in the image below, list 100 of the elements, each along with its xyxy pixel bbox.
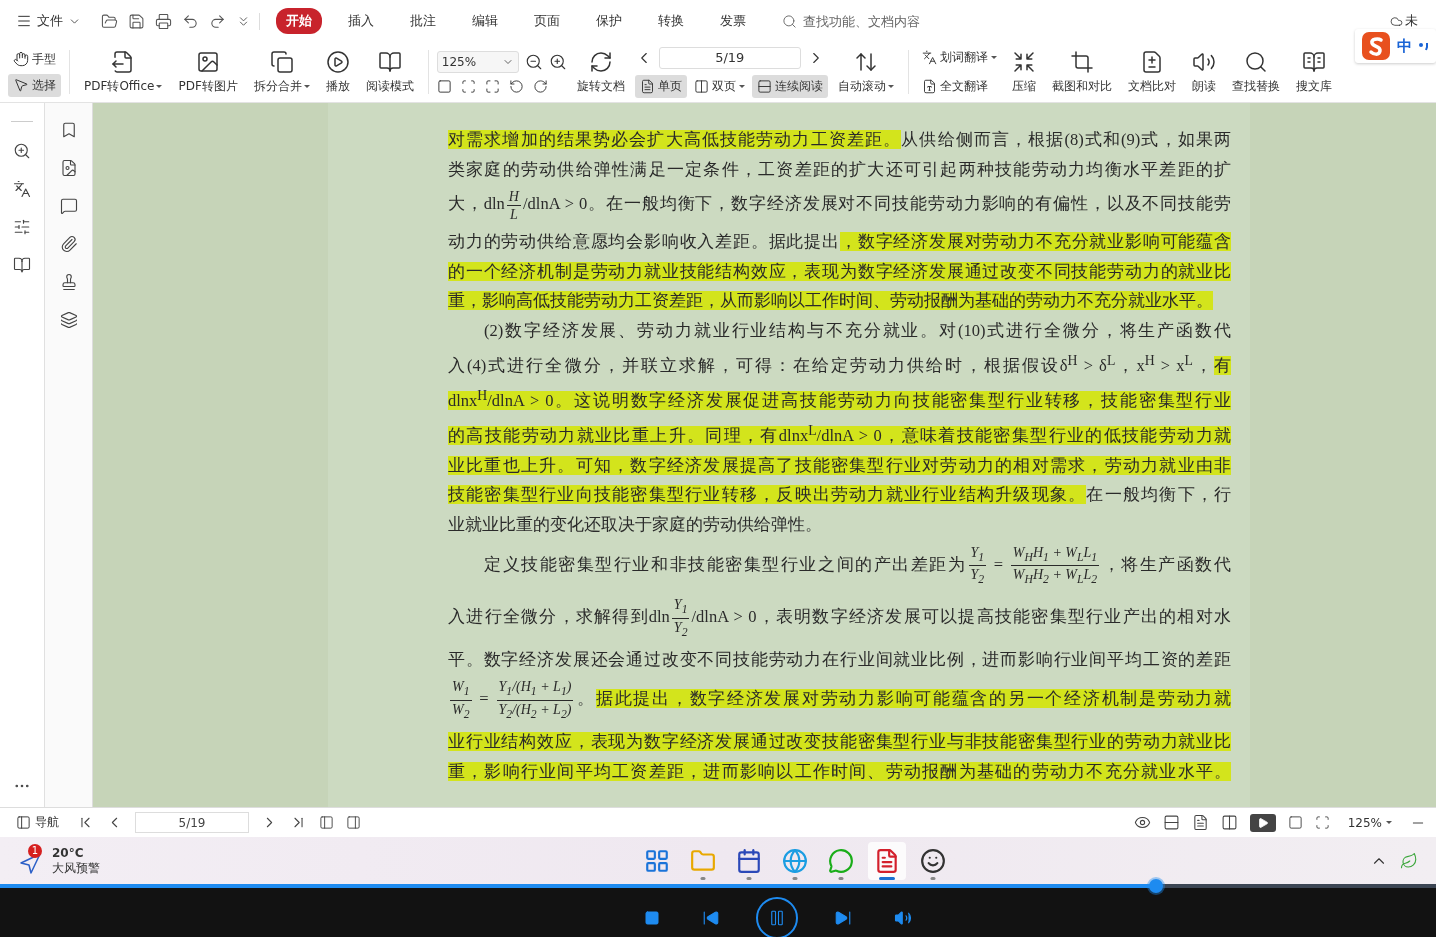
toolbar-button[interactable]: 查找替换 xyxy=(1225,47,1286,97)
highlighted-text: ，数字经济发展对劳动力不充分就业影响可能蕴含 xyxy=(839,232,1231,252)
thumbnail-icon[interactable] xyxy=(59,159,78,177)
body-text: 平。数字经济发展还会通过改变不同技能劳动力在行业间就业比例，进而影响行业间平均工资的差距 xyxy=(448,649,1231,669)
expand-icon[interactable] xyxy=(346,815,361,830)
open-icon[interactable] xyxy=(101,12,118,30)
chat-icon xyxy=(828,847,854,874)
rotate-button[interactable]: 旋转文档 xyxy=(570,47,631,97)
pointer-icon xyxy=(13,77,29,93)
attachment-icon[interactable] xyxy=(59,235,78,253)
fit-page-icon[interactable] xyxy=(1314,815,1330,830)
file-menu[interactable]: 文件 xyxy=(12,10,85,32)
search-icon[interactable] xyxy=(13,142,31,160)
ribbon-tab[interactable]: 转换 xyxy=(648,8,694,34)
page-number-field[interactable]: 5/19 xyxy=(135,812,249,833)
auto-scroll-button[interactable]: 自动滚动 xyxy=(831,47,900,97)
toolbar-button[interactable]: 截图和对比 xyxy=(1045,47,1118,97)
book-icon[interactable] xyxy=(13,256,31,274)
math-fraction: H L xyxy=(506,188,521,224)
print-icon[interactable] xyxy=(155,12,172,30)
view-mode-button[interactable]: 连续阅读 xyxy=(751,74,828,98)
save-icon[interactable] xyxy=(128,12,145,30)
body-text: = xyxy=(478,689,490,709)
ribbon-tab[interactable]: 保护 xyxy=(586,8,632,34)
body-text: (2)数字经济发展、劳动力就业行业结构与不充分就业。对(10)式进行全微分，将生产函数代 xyxy=(484,320,1231,340)
body-text: 。 xyxy=(575,689,596,709)
actual-size-icon[interactable] xyxy=(436,78,452,94)
eye-icon[interactable] xyxy=(1133,814,1151,831)
toolbar-button[interactable]: 拆分合并 xyxy=(247,47,316,97)
highlighted-text: 的高技能劳动力就业比重上升。同理，有dlnx$^{L}$/dlnA > 0，意味着技能密集型行业的低技能劳动力就 xyxy=(448,426,1231,446)
double-page-icon[interactable] xyxy=(1220,814,1238,831)
fit-width-icon[interactable] xyxy=(484,78,500,94)
notification-badge: 1 xyxy=(28,843,42,858)
caret-icon xyxy=(738,84,745,88)
tray-app-icon[interactable] xyxy=(1400,851,1418,870)
redo-icon[interactable] xyxy=(209,12,226,30)
math-fraction: W$_{H}$H$_{1}$ + W$_{L}$L$_{1}$ W$_{H}$H$_{2}$ + W$_{L}$L$_{2}$ xyxy=(1010,543,1100,589)
ime-toolbar[interactable]: 中 xyxy=(1355,29,1436,63)
alert-text: 大风预警 xyxy=(52,860,100,876)
single-page-icon[interactable] xyxy=(1191,814,1209,831)
zoom-out-icon[interactable] xyxy=(524,52,543,71)
toolbar-button[interactable]: 阅读模式 xyxy=(359,47,420,97)
next-icon xyxy=(834,908,852,927)
play-icon xyxy=(325,49,350,74)
toolbar-button[interactable]: PDF转图片 xyxy=(172,47,244,97)
translate-button[interactable]: 划词翻译 xyxy=(916,46,1002,69)
cloud-button[interactable]: 未 xyxy=(1384,11,1424,31)
navigation-button[interactable]: 导航 xyxy=(10,813,65,832)
view-mode-button[interactable]: 双页 xyxy=(688,74,750,98)
zoom-select[interactable]: 125% xyxy=(1341,814,1398,831)
taskbar-app[interactable] xyxy=(868,841,906,880)
comment-icon[interactable] xyxy=(59,197,78,215)
collapse-icon[interactable] xyxy=(319,815,334,830)
ribbon-tab[interactable]: 插入 xyxy=(338,8,384,34)
rotate-right-icon[interactable] xyxy=(532,78,548,94)
rotate-icon xyxy=(588,49,613,74)
ime-mode[interactable]: 中 xyxy=(1397,36,1412,56)
ribbon-tab[interactable]: 开始 xyxy=(276,8,322,34)
caret-icon xyxy=(156,84,163,88)
undo-icon[interactable] xyxy=(182,12,199,30)
actual-size-icon[interactable] xyxy=(1287,815,1303,830)
view-mode-button[interactable]: 单页 xyxy=(634,74,687,98)
ribbon-tab[interactable]: 发票 xyxy=(710,8,756,34)
translate-icon[interactable] xyxy=(13,180,31,198)
toolbar-button[interactable]: PDF转Office xyxy=(78,47,169,97)
ribbon-tab[interactable]: 编辑 xyxy=(462,8,508,34)
toolbar-button[interactable]: 朗读 xyxy=(1185,47,1222,97)
highlighted-text: 重，影响高低技能劳动力工资差距，从而影响以工作时间、劳动报酬为基础的劳动力不充分就业水平。 xyxy=(448,291,1213,311)
caret-icon xyxy=(990,56,997,59)
toolbar-button[interactable]: 播放 xyxy=(319,47,356,97)
highlighted-text: 业比重也上升。可知，数字经济发展提高了技能密集型行业对劳动力的相对需求，劳动力就业由非 xyxy=(448,455,1231,475)
sliders-icon[interactable] xyxy=(13,218,31,236)
image-icon xyxy=(196,49,221,74)
toolbar-button[interactable]: 压缩 xyxy=(1005,47,1042,97)
translate-button[interactable]: 全文翻译 xyxy=(916,75,1002,98)
math-fraction: Y$_{1}$ Y$_{2}$ xyxy=(968,543,987,589)
body-text: /dlnA > 0。在一般均衡下，数字经济发展对不同技能劳动力影响的有偏性，以及不同技能劳 xyxy=(523,194,1231,214)
stamp-icon[interactable] xyxy=(59,273,78,291)
pause-icon xyxy=(768,908,786,927)
zoom-in-icon[interactable] xyxy=(548,52,567,71)
library-icon xyxy=(1301,49,1326,74)
ribbon-tab[interactable]: 批注 xyxy=(400,8,446,34)
toolbar-button[interactable]: 文档比对 xyxy=(1121,47,1182,97)
page-number-field[interactable]: 5/19 xyxy=(658,46,801,69)
pause-button[interactable] xyxy=(756,896,798,937)
continuous-icon[interactable] xyxy=(1162,814,1180,831)
ribbon-tab[interactable]: 页面 xyxy=(524,8,570,34)
body-text: 动力的劳动供给意愿均会影响收入差距。据此提出 xyxy=(448,232,840,252)
layers-icon[interactable] xyxy=(59,311,78,329)
cursor-tool[interactable]: 手型 xyxy=(8,47,61,71)
book-icon xyxy=(377,49,402,74)
caret-icon xyxy=(303,84,310,88)
rotate-left-icon[interactable] xyxy=(508,78,524,94)
math-fraction: W$_{1}$ W$_{2}$ xyxy=(450,678,472,723)
fit-page-icon[interactable] xyxy=(460,78,476,94)
play-button[interactable] xyxy=(1249,813,1276,832)
zoom-select[interactable]: 125% xyxy=(436,50,519,73)
punctuation-icon[interactable] xyxy=(1418,40,1430,52)
toolbar-button[interactable]: 搜文库 xyxy=(1289,47,1338,97)
cursor-tool[interactable]: 选择 xyxy=(8,73,61,97)
